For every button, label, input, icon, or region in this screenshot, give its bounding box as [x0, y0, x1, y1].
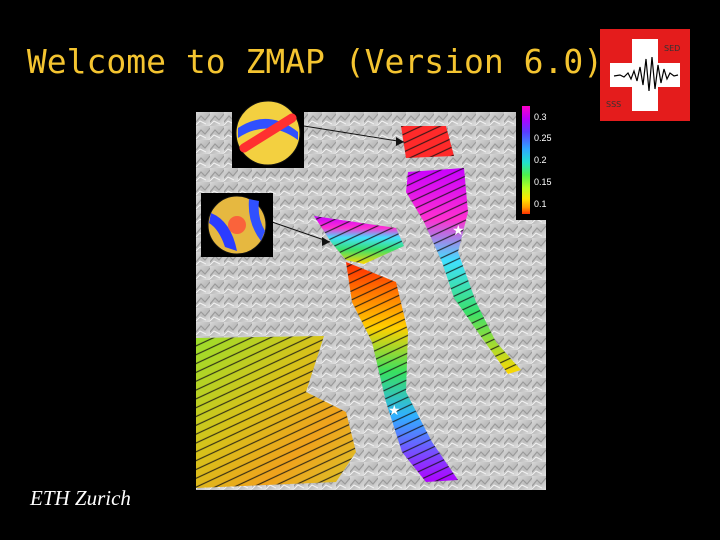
colorbar-legend: 0.3 0.25 0.2 0.15 0.1: [516, 100, 556, 220]
logo-sss-label: SSS: [606, 100, 622, 109]
colorbar-tick: 0.2: [534, 155, 547, 165]
svg-text:★: ★: [388, 403, 401, 419]
stress-inset-1: [232, 98, 304, 168]
svg-text:★: ★: [452, 223, 465, 239]
seismicity-map: ★ ★: [196, 112, 546, 490]
colorbar-tick: 0.25: [534, 133, 552, 143]
page-title: Welcome to ZMAP (Version 6.0): [26, 42, 604, 81]
colorbar-tick: 0.1: [534, 199, 547, 209]
footer-label: ETH Zurich: [30, 486, 131, 510]
colorbar-tick: 0.3: [534, 112, 547, 122]
logo-sed-label: SED: [664, 44, 681, 53]
sed-logo: SED SSS: [600, 29, 690, 121]
colorbar-tick: 0.15: [534, 177, 552, 187]
stress-inset-2: [201, 193, 273, 257]
